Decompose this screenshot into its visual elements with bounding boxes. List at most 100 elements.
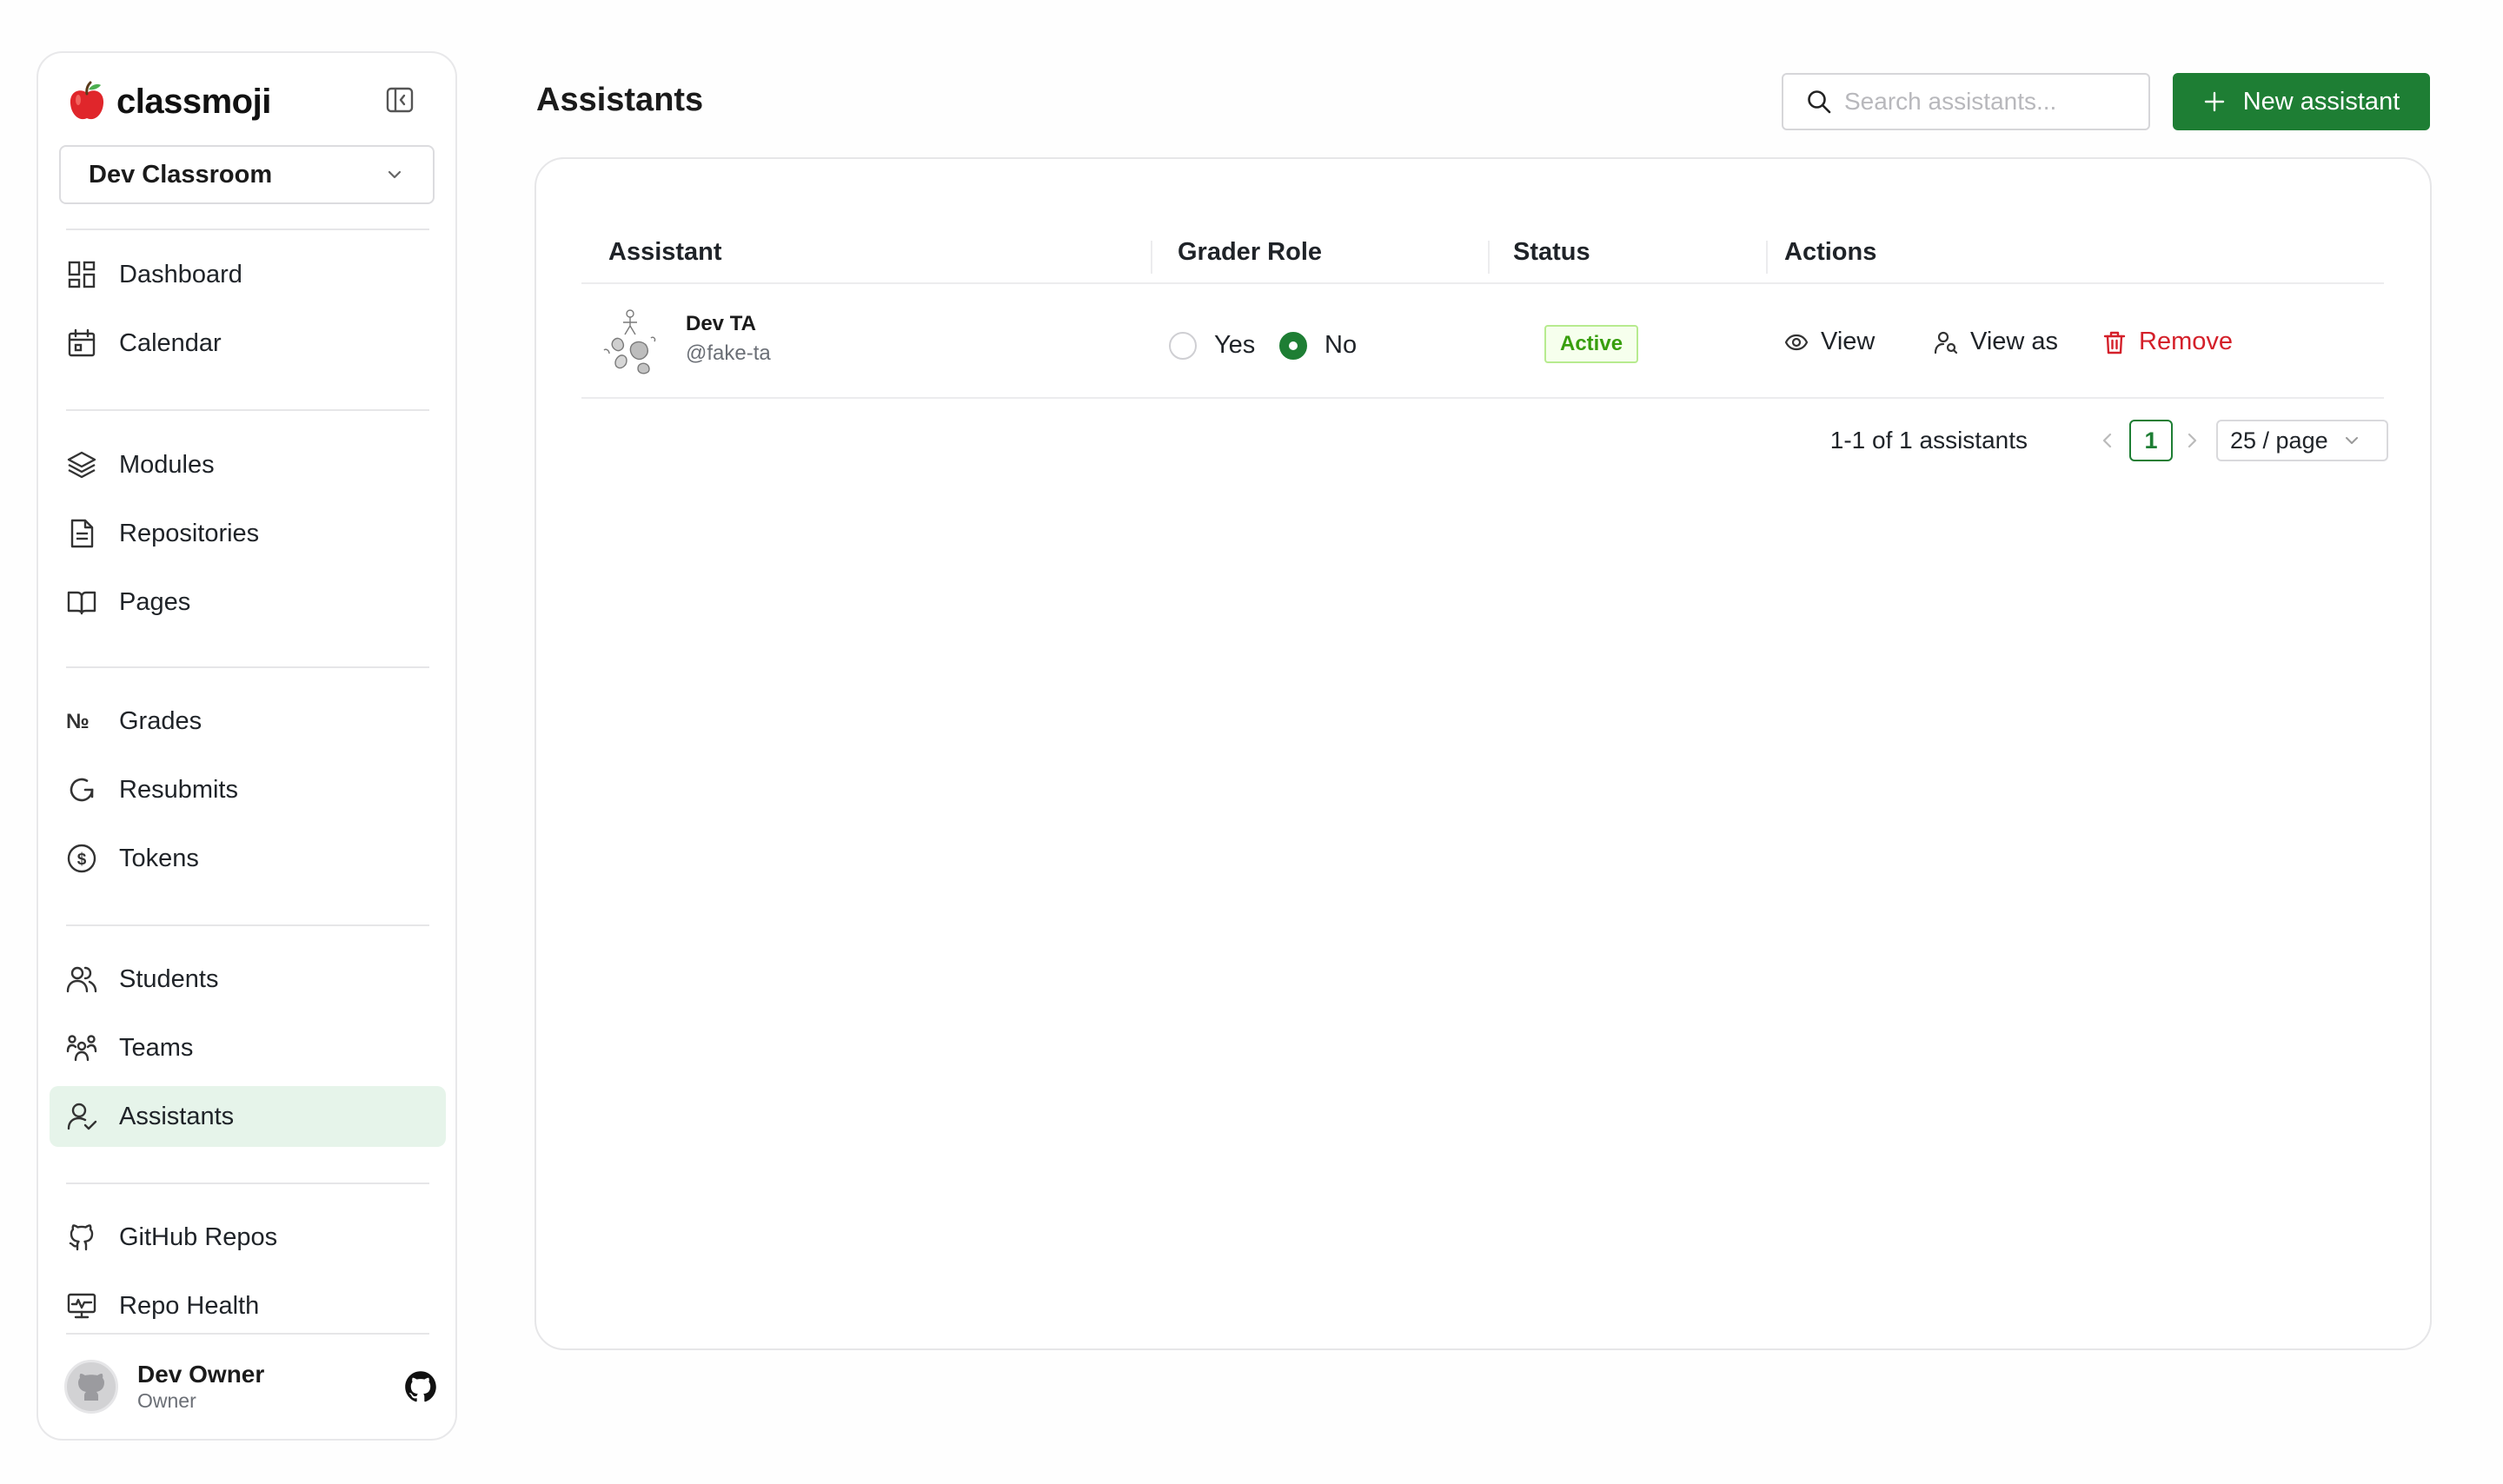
remove-action[interactable]: Remove <box>2102 328 2233 356</box>
assistant-handle: @fake-ta <box>686 341 771 365</box>
dollar-icon: $ <box>65 842 98 875</box>
svg-text:№: № <box>66 710 90 733</box>
svg-text:$: $ <box>77 851 87 869</box>
new-assistant-button[interactable]: New assistant <box>2173 73 2430 130</box>
users-icon <box>65 963 98 996</box>
sidebar-item-tokens[interactable]: $ Tokens <box>50 828 446 889</box>
sidebar-item-label: Grades <box>119 706 202 735</box>
column-header-grader-role: Grader Role <box>1178 237 1322 266</box>
layers-icon <box>65 448 98 481</box>
classroom-select[interactable]: Dev Classroom <box>59 145 435 204</box>
brand[interactable]: classmoji <box>68 79 271 124</box>
trash-icon <box>2103 331 2126 354</box>
sidebar-item-dashboard[interactable]: Dashboard <box>50 244 446 305</box>
apple-logo-icon <box>70 81 104 120</box>
sidebar-divider <box>66 666 429 668</box>
calendar-icon <box>65 327 98 360</box>
pagination-total: 1-1 of 1 assistants <box>1829 427 2028 454</box>
sidebar-item-label: GitHub Repos <box>119 1222 278 1251</box>
user-profile[interactable]: Dev Owner Owner <box>64 1355 438 1419</box>
numero-icon: № <box>65 705 98 738</box>
chevron-down-icon <box>388 170 402 179</box>
radio-label: No <box>1325 331 1358 359</box>
grader-role-no-radio[interactable]: No <box>1279 331 1357 360</box>
sidebar-item-label: Teams <box>119 1033 194 1062</box>
sidebar-item-label: Assistants <box>119 1102 235 1130</box>
collapse-sidebar-icon[interactable] <box>384 84 415 116</box>
next-page-icon[interactable] <box>2180 428 2204 453</box>
column-separator <box>1151 241 1152 274</box>
sidebar-item-repositories[interactable]: Repositories <box>50 503 446 564</box>
document-icon <box>65 517 98 550</box>
classroom-select-value: Dev Classroom <box>89 160 273 189</box>
chevron-down-icon <box>2345 437 2358 444</box>
sidebar-item-resubmits[interactable]: Resubmits <box>50 759 446 820</box>
book-icon <box>65 586 98 619</box>
radio-circle-selected <box>1279 331 1307 360</box>
view-action-label: View <box>1821 328 1876 355</box>
view-action[interactable]: View <box>1784 328 1875 356</box>
column-header-assistant: Assistant <box>608 237 722 266</box>
table-row: Dev TA @fake-ta Yes No Active View View … <box>581 286 2384 399</box>
view-as-action[interactable]: View as <box>1934 328 2058 356</box>
search-box <box>1782 73 2150 130</box>
sidebar-item-pages[interactable]: Pages <box>50 572 446 633</box>
plus-icon <box>2204 91 2224 112</box>
new-assistant-label: New assistant <box>2242 87 2400 116</box>
sidebar-item-students[interactable]: Students <box>50 949 446 1010</box>
sidebar-item-label: Tokens <box>119 844 199 872</box>
sidebar-item-modules[interactable]: Modules <box>50 434 446 495</box>
radio-circle <box>1169 331 1197 360</box>
sidebar-item-label: Pages <box>119 587 191 616</box>
avatar <box>64 1360 118 1414</box>
refresh-icon <box>65 773 98 806</box>
sidebar-item-label: Students <box>119 964 219 993</box>
page-1-button[interactable]: 1 <box>2129 420 2173 461</box>
column-separator <box>1488 241 1490 274</box>
sidebar-item-label: Resubmits <box>119 775 238 804</box>
page-size-value: 25 / page <box>2230 427 2328 454</box>
sidebar-divider <box>66 1183 429 1184</box>
team-icon <box>65 1031 98 1064</box>
view-as-action-label: View as <box>1970 328 2059 355</box>
sidebar-divider <box>66 409 429 411</box>
github-outline-icon <box>65 1221 98 1254</box>
column-header-status: Status <box>1513 237 1590 266</box>
page-size-select[interactable]: 25 / page <box>2216 420 2388 461</box>
sidebar-divider <box>66 924 429 926</box>
sidebar-divider <box>66 1333 429 1335</box>
sidebar-item-label: Modules <box>119 450 215 479</box>
sidebar-item-calendar[interactable]: Calendar <box>50 313 446 374</box>
sidebar-item-github-repos[interactable]: GitHub Repos <box>50 1207 446 1268</box>
sidebar-item-assistants[interactable]: Assistants <box>50 1086 446 1147</box>
sidebar-item-teams[interactable]: Teams <box>50 1017 446 1078</box>
remove-action-label: Remove <box>2139 328 2233 355</box>
sidebar-item-repo-health[interactable]: Repo Health <box>50 1275 446 1336</box>
search-icon <box>1808 90 1831 114</box>
monitor-icon <box>65 1289 98 1322</box>
sidebar-item-label: Repositories <box>119 519 260 547</box>
user-role: Owner <box>137 1389 196 1412</box>
sidebar-item-grades[interactable]: № Grades <box>50 691 446 752</box>
page-title: Assistants <box>536 82 704 118</box>
sidebar-item-label: Repo Health <box>119 1291 260 1320</box>
assistant-avatar <box>603 309 656 374</box>
brand-name: classmoji <box>116 82 271 121</box>
eye-icon <box>1784 334 1809 350</box>
assistant-name[interactable]: Dev TA <box>686 312 756 336</box>
sidebar-divider <box>66 229 429 230</box>
sidebar-item-label: Dashboard <box>119 260 242 288</box>
user-check-icon <box>65 1100 98 1133</box>
dashboard-icon <box>65 258 98 291</box>
prev-page-icon[interactable] <box>2095 428 2120 453</box>
table-header: Assistant Grader Role Status Actions <box>581 222 2384 284</box>
status-badge: Active <box>1544 325 1639 363</box>
grader-role-yes-radio[interactable]: Yes <box>1169 331 1255 360</box>
github-icon[interactable] <box>403 1369 438 1404</box>
user-name: Dev Owner <box>137 1361 265 1388</box>
search-input[interactable] <box>1844 88 2140 116</box>
assistants-card: Assistant Grader Role Status Actions Dev… <box>534 157 2432 1350</box>
radio-label: Yes <box>1214 331 1256 359</box>
sidebar-item-label: Calendar <box>119 328 222 357</box>
column-header-actions: Actions <box>1784 237 1877 266</box>
